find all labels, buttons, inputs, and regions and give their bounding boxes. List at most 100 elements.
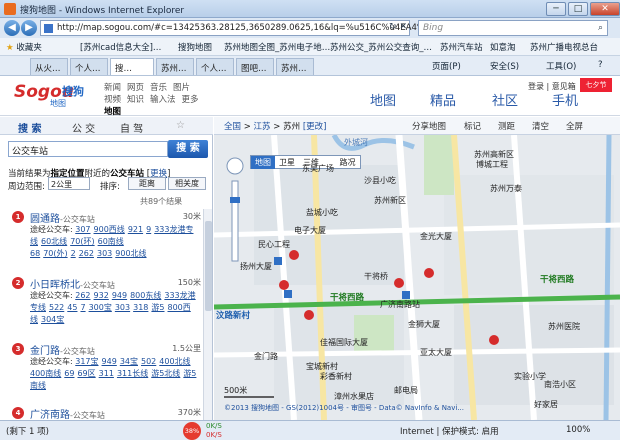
minimize-button[interactable]: ─ [546, 2, 566, 16]
query-input[interactable]: 公交车站 [8, 141, 168, 157]
map-type-satellite[interactable]: 卫星 [275, 156, 299, 169]
bus-line-link[interactable]: 303 [115, 303, 130, 312]
nav-map[interactable]: 地图 [370, 90, 396, 109]
forward-button[interactable]: ▶ [21, 20, 37, 36]
bus-line-link[interactable]: 游5 [151, 303, 164, 312]
bus-line-link[interactable]: 34宝 [120, 357, 138, 366]
favorite-link[interactable]: 苏州广播电视总台 [530, 41, 598, 53]
traffic-button[interactable]: 路况 [336, 156, 360, 169]
bus-line-link[interactable]: 游5北线 [151, 369, 180, 378]
crumb-country[interactable]: 全国 [224, 122, 241, 132]
link-ime[interactable]: 输入法 [150, 94, 176, 106]
search-icon[interactable]: ⌕ [598, 23, 603, 33]
tab-bus[interactable]: 公 交 [72, 120, 95, 135]
maximize-button[interactable]: □ [568, 2, 588, 16]
bus-line-link[interactable]: 318 [133, 303, 148, 312]
measure-button[interactable]: 测距 [498, 120, 515, 132]
zoom-level[interactable]: 100% [566, 425, 590, 435]
change-city-link[interactable]: [更改] [303, 122, 327, 132]
browser-tab[interactable]: 个人… [70, 58, 108, 75]
bus-line-link[interactable]: 932 [94, 291, 109, 300]
url-field[interactable]: http://map.sogou.com/#c=13425363.28125,3… [40, 20, 451, 36]
tab-drive[interactable]: 自 驾 [120, 120, 143, 135]
map-type-map[interactable]: 地图 [251, 156, 275, 169]
help-menu[interactable]: ? [598, 60, 603, 70]
link-more[interactable]: 更多 [182, 94, 199, 106]
browser-tab-active[interactable]: 搜… [110, 58, 154, 75]
back-button[interactable]: ◀ [4, 20, 20, 36]
stop-name[interactable]: 广济南路-公交车站 [30, 406, 105, 420]
bus-line-link[interactable]: 949 [102, 357, 117, 366]
zoom-control[interactable] [226, 157, 244, 267]
stop-name[interactable]: 小日晖桥北-公交车站 [30, 276, 115, 291]
bus-line-link[interactable]: 68 [30, 249, 40, 258]
bus-line-link[interactable]: 262 [79, 249, 94, 258]
bus-line-link[interactable]: 303 [97, 249, 112, 258]
promo-badge[interactable]: 七夕节 [580, 78, 612, 92]
bus-line-link[interactable]: 304宝 [41, 315, 64, 324]
nav-community[interactable]: 社区 [492, 90, 518, 109]
search-button[interactable]: 搜 索 [168, 140, 208, 158]
bus-line-link[interactable]: 9 [146, 225, 151, 234]
bus-line-link[interactable]: 69区 [77, 369, 95, 378]
sort-relevance-button[interactable]: 相关度 [168, 177, 206, 190]
bus-line-link[interactable]: 300宝 [89, 303, 112, 312]
bus-line-link[interactable]: 900西线 [94, 225, 125, 234]
link-news[interactable]: 新闻 [104, 82, 121, 94]
nav-featured[interactable]: 精品 [430, 90, 456, 109]
favorite-link[interactable]: 苏州公交_苏州公交查询_… [330, 41, 432, 53]
search-input[interactable]: Bing ⌕ [418, 20, 608, 36]
bus-line-link[interactable]: 45 [67, 303, 77, 312]
mark-button[interactable]: 标记 [464, 120, 481, 132]
bus-line-link[interactable]: 311 [99, 369, 114, 378]
link-web[interactable]: 网页 [127, 82, 144, 94]
map-canvas[interactable]: 地图 卫星 三维 路况 外城河 苏州高新区 博城工程 东吴广场 沙县小吃 苏州万泰 … [214, 135, 620, 420]
browser-tab[interactable]: 从火… [30, 58, 68, 75]
bus-line-link[interactable]: 921 [128, 225, 143, 234]
favorite-link[interactable]: 苏州地图全图_苏州电子地… [224, 41, 330, 53]
bus-line-link[interactable]: 900北线 [115, 249, 146, 258]
scrollbar-thumb[interactable] [205, 221, 212, 311]
link-images[interactable]: 图片 [173, 82, 190, 94]
favorites-button[interactable]: ★ 收藏夹 [6, 41, 42, 53]
favorite-star-icon[interactable]: ☆ [176, 120, 185, 131]
stop-name[interactable]: 金门路-公交车站 [30, 342, 95, 357]
sort-distance-button[interactable]: 距离 [128, 177, 166, 190]
browser-tab[interactable]: 个人… [196, 58, 234, 75]
security-zone[interactable]: Internet | 保护模式: 启用 [400, 425, 499, 437]
favorite-link[interactable]: 搜狗地图 [178, 41, 212, 53]
bus-line-link[interactable]: 70(环) [70, 237, 94, 246]
bus-line-link[interactable]: 60北线 [41, 237, 67, 246]
bus-line-link[interactable]: 70(外) [43, 249, 67, 258]
bus-line-link[interactable]: 2 [71, 249, 76, 258]
page-menu[interactable]: 页面(P) [432, 60, 461, 72]
user-links[interactable]: 登录 | 意见箱 [528, 81, 576, 92]
range-select[interactable]: 2公里 [48, 177, 90, 190]
favorite-link[interactable]: 如意淘 [490, 41, 516, 53]
speed-meter-icon[interactable]: 38% [183, 422, 201, 440]
tab-search[interactable]: 搜 索 [18, 120, 41, 135]
link-music[interactable]: 音乐 [150, 82, 167, 94]
fullscreen-button[interactable]: 全屏 [566, 120, 583, 132]
bus-line-link[interactable]: 800东线 [130, 291, 161, 300]
browser-tab[interactable]: 苏州… [156, 58, 194, 75]
close-button[interactable]: ✕ [590, 2, 620, 16]
favorite-link[interactable]: [苏州cad信息大全]… [80, 41, 161, 53]
bus-line-link[interactable]: 502 [141, 357, 156, 366]
bus-line-link[interactable]: 60南线 [98, 237, 124, 246]
nav-mobile[interactable]: 手机 [552, 90, 578, 109]
bus-line-link[interactable]: 307 [75, 225, 90, 234]
bus-line-link[interactable]: 522 [49, 303, 64, 312]
clear-button[interactable]: 清空 [532, 120, 549, 132]
bus-line-link[interactable]: 7 [80, 303, 85, 312]
browser-tab[interactable]: 图吧… [236, 58, 274, 75]
tools-menu[interactable]: 工具(O) [546, 60, 576, 72]
refresh-icon[interactable]: ↻ ✕ [389, 22, 407, 32]
bus-line-link[interactable]: 400南线 [30, 369, 61, 378]
share-map-button[interactable]: 分享地图 [412, 120, 446, 132]
favorite-link[interactable]: 苏州汽车站 [440, 41, 483, 53]
link-zhishi[interactable]: 知识 [127, 94, 144, 106]
bus-line-link[interactable]: 311长线 [117, 369, 148, 378]
result-scrollbar[interactable] [203, 209, 212, 420]
bus-line-link[interactable]: 400北线 [159, 357, 190, 366]
